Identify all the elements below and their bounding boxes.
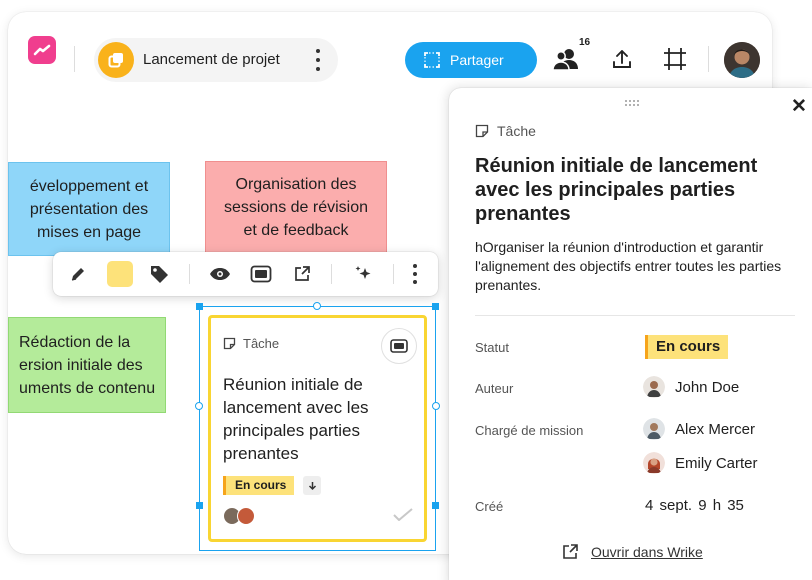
crop-frame-icon[interactable] bbox=[661, 45, 689, 73]
drag-handle-icon[interactable] bbox=[625, 100, 639, 106]
upload-icon[interactable] bbox=[610, 46, 634, 72]
tag-icon[interactable] bbox=[147, 262, 171, 286]
avatar bbox=[643, 452, 665, 474]
open-panel-button[interactable] bbox=[381, 328, 417, 364]
sticky-line: Organisation des bbox=[235, 176, 357, 193]
external-link-icon bbox=[563, 544, 578, 559]
resize-handle[interactable] bbox=[432, 502, 439, 509]
checkmark-icon[interactable] bbox=[392, 507, 414, 526]
panel-description[interactable]: hOrganiser la réunion d'introduction et … bbox=[475, 238, 785, 295]
status-label: Statut bbox=[475, 340, 509, 355]
frame-icon bbox=[424, 52, 440, 68]
sticky-line: uments de contenu bbox=[19, 379, 156, 397]
created-value: 4 sept. 9 h 35 bbox=[645, 497, 744, 514]
panel-type: Tâche bbox=[475, 123, 536, 139]
divider bbox=[189, 264, 190, 284]
divider bbox=[393, 264, 394, 284]
card-view-icon[interactable] bbox=[249, 262, 273, 286]
author-name: John Doe bbox=[675, 378, 740, 396]
close-icon[interactable]: ✕ bbox=[791, 97, 807, 117]
sticky-note-design[interactable]: éveloppement et présentation des mises e… bbox=[8, 162, 170, 256]
panel-title[interactable]: Réunion initiale de lancement avec les p… bbox=[475, 154, 795, 226]
connector-handle[interactable] bbox=[195, 402, 203, 410]
card-view-icon bbox=[390, 339, 408, 353]
avatar bbox=[643, 418, 665, 440]
sticky-line: sessions de révision bbox=[223, 199, 369, 216]
external-link-icon[interactable] bbox=[290, 262, 314, 286]
assignee-avatar bbox=[237, 507, 255, 525]
sparkle-icon[interactable] bbox=[351, 262, 375, 286]
assignee[interactable]: Alex Mercer bbox=[643, 418, 755, 440]
resize-handle[interactable] bbox=[196, 502, 203, 509]
sticky-line: mises en page bbox=[36, 223, 142, 241]
users-icon[interactable] bbox=[551, 45, 581, 73]
task-icon bbox=[223, 337, 236, 350]
assignee-name: Emily Carter bbox=[675, 454, 758, 472]
divider bbox=[475, 315, 795, 316]
author-label: Auteur bbox=[475, 381, 514, 396]
assignee-label: Chargé de mission bbox=[475, 423, 584, 438]
app-logo-icon[interactable] bbox=[28, 36, 56, 64]
task-title: Réunion initiale de lancement avec les p… bbox=[223, 375, 369, 463]
color-swatch[interactable] bbox=[107, 261, 133, 287]
divider bbox=[708, 46, 709, 72]
project-switcher[interactable]: Lancement de projet bbox=[94, 38, 338, 82]
resize-handle[interactable] bbox=[432, 303, 439, 310]
connector-handle[interactable] bbox=[432, 402, 440, 410]
open-link-label: Ouvrir dans Wrike bbox=[591, 544, 703, 560]
arrow-down-icon[interactable] bbox=[303, 476, 321, 495]
task-type: Tâche bbox=[223, 336, 279, 351]
sticky-line: ersion initiale des bbox=[19, 356, 143, 374]
avatar bbox=[643, 376, 665, 398]
connector-handle[interactable] bbox=[313, 302, 321, 310]
share-button[interactable]: Partager bbox=[405, 42, 537, 78]
project-name: Lancement de projet bbox=[143, 51, 280, 68]
sticky-line: éveloppement et bbox=[29, 177, 149, 195]
sticky-note-review[interactable]: Organisation des sessions de révision et… bbox=[205, 161, 387, 254]
sticky-note-content[interactable]: Rédaction de la ersion initiale des umen… bbox=[8, 317, 166, 413]
eye-icon[interactable] bbox=[208, 262, 232, 286]
assignee[interactable]: Emily Carter bbox=[643, 452, 758, 474]
resize-handle[interactable] bbox=[196, 303, 203, 310]
sticky-line: et de feedback bbox=[243, 222, 349, 239]
floating-toolbar bbox=[53, 252, 438, 296]
sticky-line: Rédaction de la bbox=[19, 333, 131, 351]
divider bbox=[331, 264, 332, 284]
task-icon bbox=[475, 124, 489, 138]
more-vertical-icon[interactable] bbox=[403, 262, 427, 286]
share-label: Partager bbox=[450, 52, 504, 68]
created-label: Créé bbox=[475, 499, 504, 514]
collaborators-count: 16 bbox=[579, 37, 591, 48]
status-badge[interactable]: En cours bbox=[223, 476, 295, 495]
screen: Lancement de projet Partager 16 éveloppe… bbox=[0, 0, 812, 580]
task-card[interactable]: Tâche Réunion initiale de lancement avec… bbox=[208, 315, 427, 542]
panel-type-label: Tâche bbox=[497, 123, 536, 139]
task-type-label: Tâche bbox=[243, 336, 280, 351]
pencil-icon[interactable] bbox=[66, 262, 90, 286]
project-more-icon[interactable] bbox=[314, 49, 322, 71]
project-icon bbox=[98, 42, 134, 78]
avatar[interactable] bbox=[724, 42, 760, 78]
open-in-wrike-link[interactable]: Ouvrir dans Wrike bbox=[561, 543, 703, 561]
assignee-name: Alex Mercer bbox=[675, 420, 756, 438]
divider bbox=[74, 46, 75, 72]
sticky-line: présentation des bbox=[29, 200, 149, 218]
status-badge[interactable]: En cours bbox=[645, 335, 729, 359]
task-detail-panel: ✕ Tâche Réunion initiale de lancement av… bbox=[449, 88, 812, 580]
author[interactable]: John Doe bbox=[643, 376, 739, 398]
